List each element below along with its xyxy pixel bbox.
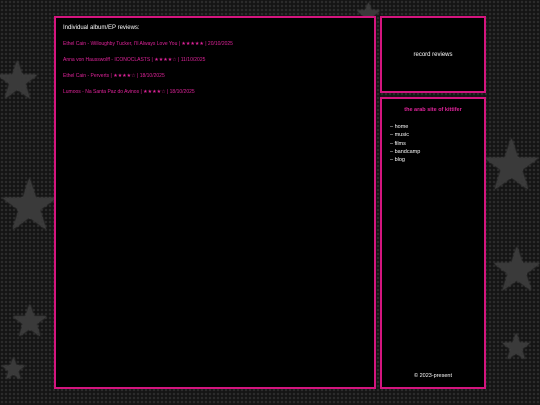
background-star-icon: ★ [500,327,533,368]
section-title-box: record reviews [380,16,486,93]
review-link[interactable]: Anna von Hausswolff - ICONOCLASTS | ★★★★… [63,57,367,63]
nav-item-bandcamp[interactable]: – bandcamp [390,148,478,156]
nav-item-music[interactable]: – music [390,131,478,139]
background-star-icon: ★ [490,235,540,305]
reviews-panel: Individual album/EP reviews: Ethel Cain … [54,16,376,389]
background-star-icon: ★ [10,296,50,347]
sidebar-nav-panel: the arab site of kittifer – home – music… [380,97,486,389]
review-link[interactable]: Lumoos - Na Santa Paz do Avinos | ★★★★☆ … [63,89,367,95]
footer-copyright: © 2023-present [414,373,452,379]
nav-list: – home – music – films – bandcamp – blog [390,123,478,164]
background-star-icon: ★ [0,352,27,387]
review-link[interactable]: Ethel Cain - Willoughby Tucker, I'll Alw… [63,41,367,47]
review-link[interactable]: Ethel Cain - Perverts | ★★★★☆ | 18/10/20… [63,73,367,79]
background-star-icon: ★ [0,164,61,246]
background-star-icon: ★ [480,124,540,206]
nav-item-films[interactable]: – films [390,140,478,148]
background-star-icon: ★ [0,51,41,111]
nav-item-home[interactable]: – home [390,123,478,131]
reviews-heading: Individual album/EP reviews: [63,25,140,31]
site-name: the arab site of kittifer [404,107,462,113]
section-title: record reviews [413,51,453,58]
nav-item-blog[interactable]: – blog [390,156,478,164]
